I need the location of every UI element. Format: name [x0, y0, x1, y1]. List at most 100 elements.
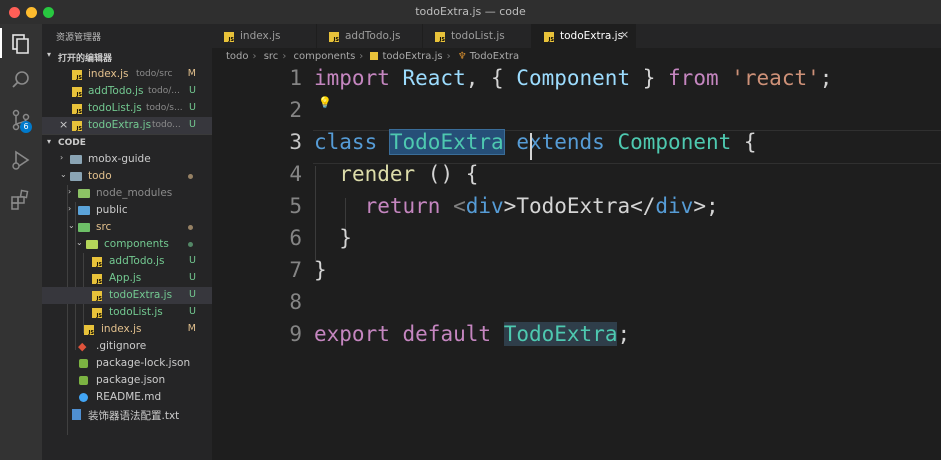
class-symbol-icon: ♆	[457, 51, 467, 62]
open-editor-item-active[interactable]: × todoExtra.js todo... U	[42, 117, 212, 134]
breadcrumb-separator-icon: ›	[359, 51, 364, 62]
js-file-icon	[84, 325, 94, 336]
folder-open-icon	[70, 172, 82, 181]
tree-file[interactable]: todoList.js U	[42, 304, 212, 321]
editor-tabs: index.js addTodo.js todoList.js todoExtr…	[212, 24, 941, 48]
node-folder-icon	[78, 189, 90, 198]
line-number: 6	[289, 226, 302, 250]
tree-file[interactable]: index.js M	[42, 321, 212, 338]
folder-icon	[70, 155, 82, 164]
tree-file[interactable]: 装饰器语法配置.txt	[42, 406, 212, 423]
tree-file[interactable]: package-lock.json	[42, 355, 212, 372]
tab-todolist[interactable]: todoList.js	[423, 24, 532, 48]
close-icon[interactable]: ×	[59, 118, 68, 131]
breadcrumb-item[interactable]: todoExtra.js	[382, 51, 442, 62]
git-status-badge: U	[189, 289, 196, 300]
code-editor[interactable]: import React, { Component } from 'react'…	[314, 66, 832, 346]
src-folder-icon	[78, 223, 90, 232]
open-editor-item[interactable]: index.js todo/src M	[42, 66, 212, 83]
tree-folder[interactable]: › node_modules	[42, 185, 212, 202]
info-icon	[79, 393, 88, 402]
tree-folder[interactable]: ⌄ components	[42, 236, 212, 253]
tree-file[interactable]: package.json	[42, 372, 212, 389]
line-number: 3	[289, 130, 302, 154]
code-line: class TodoExtra extends Component {	[314, 129, 757, 155]
symbol-occurrence: TodoExtra	[503, 322, 618, 346]
line-number: 1	[289, 66, 302, 90]
debug-icon[interactable]	[9, 148, 33, 172]
scm-badge: 6	[20, 121, 32, 133]
open-editor-item[interactable]: todoList.js todo/s... U	[42, 100, 212, 117]
js-file-icon	[72, 104, 82, 115]
open-editors-header[interactable]: ▾ 打开的编辑器	[42, 48, 212, 65]
folder-icon	[78, 206, 90, 215]
git-status-badge: U	[189, 119, 196, 130]
selected-symbol: TodoExtra	[388, 129, 505, 155]
git-status-badge: U	[189, 255, 196, 266]
breadcrumb-item[interactable]: src	[264, 51, 279, 62]
activity-bar: 6	[0, 24, 42, 460]
npm-icon	[79, 376, 88, 385]
git-status-badge: U	[189, 85, 196, 96]
modified-dot	[188, 225, 193, 230]
code-line: return <div>TodoExtra</div>;	[364, 194, 719, 218]
tree-file[interactable]: README.md	[42, 389, 212, 406]
tree-file-selected[interactable]: todoExtra.js U	[42, 287, 212, 304]
breadcrumb: todo › src › components › todoExtra.js › ♆ To…	[226, 51, 523, 62]
window-title: todoExtra.js — code	[415, 5, 526, 18]
tree-file[interactable]: addTodo.js U	[42, 253, 212, 270]
chevron-down-icon: ⌄	[68, 221, 75, 230]
tab-todoextra[interactable]: todoExtra.js ×	[532, 24, 636, 48]
title-bar: todoExtra.js — code	[0, 0, 941, 24]
explorer-icon[interactable]	[9, 32, 33, 56]
tree-folder[interactable]: › public	[42, 202, 212, 219]
npm-icon	[79, 359, 88, 368]
git-status-badge: U	[189, 102, 196, 113]
close-icon[interactable]: ×	[620, 28, 629, 41]
tree-folder[interactable]: › mobx-guide	[42, 151, 212, 168]
js-file-icon	[92, 308, 102, 319]
code-line: export default TodoExtra;	[314, 322, 631, 346]
breadcrumb-separator-icon: ›	[446, 51, 451, 62]
js-file-icon	[72, 121, 82, 132]
tree-file[interactable]: ◆ .gitignore	[42, 338, 212, 355]
sidebar-title: 资源管理器	[56, 33, 102, 43]
js-file-icon	[370, 52, 379, 60]
chevron-right-icon: ›	[68, 204, 72, 213]
js-file-icon	[92, 291, 102, 302]
git-icon: ◆	[78, 340, 87, 353]
code-line: }	[314, 258, 327, 282]
git-status-badge: U	[189, 272, 196, 283]
tree-folder[interactable]: ⌄ todo	[42, 168, 212, 185]
breadcrumb-item[interactable]: todo	[226, 51, 249, 62]
git-status-badge: M	[187, 68, 196, 79]
workspace-header[interactable]: ▾ CODE	[42, 134, 212, 152]
open-editor-item[interactable]: addTodo.js todo/... U	[42, 83, 212, 100]
breadcrumb-separator-icon: ›	[282, 51, 287, 62]
untracked-dot	[188, 242, 193, 247]
code-line: import React, { Component } from 'react'…	[314, 66, 833, 90]
line-number: 8	[289, 290, 302, 314]
tab-addtodo[interactable]: addTodo.js	[317, 24, 423, 48]
extensions-icon[interactable]	[9, 188, 33, 212]
text-cursor	[530, 133, 532, 160]
explorer-sidebar: 资源管理器 ▾ 打开的编辑器 index.js todo/src M addTo…	[42, 24, 212, 460]
chevron-down-icon: ▾	[47, 137, 52, 146]
js-file-icon	[92, 274, 102, 285]
js-file-icon	[72, 87, 82, 98]
breadcrumb-separator-icon: ›	[252, 51, 257, 62]
breadcrumb-item[interactable]: components	[294, 51, 356, 62]
breadcrumb-item[interactable]: TodoExtra	[470, 51, 519, 62]
chevron-right-icon: ›	[68, 187, 72, 196]
line-number: 5	[289, 194, 302, 218]
tree-file[interactable]: App.js U	[42, 270, 212, 287]
js-file-icon	[435, 32, 445, 43]
modified-dot	[188, 174, 193, 179]
chevron-down-icon: ⌄	[60, 170, 67, 179]
chevron-down-icon: ⌄	[76, 238, 83, 247]
line-number: 9	[289, 322, 302, 346]
search-icon[interactable]	[9, 68, 33, 92]
tree-folder[interactable]: ⌄ src	[42, 219, 212, 236]
tab-index[interactable]: index.js	[212, 24, 317, 48]
git-status-badge: M	[187, 323, 196, 334]
